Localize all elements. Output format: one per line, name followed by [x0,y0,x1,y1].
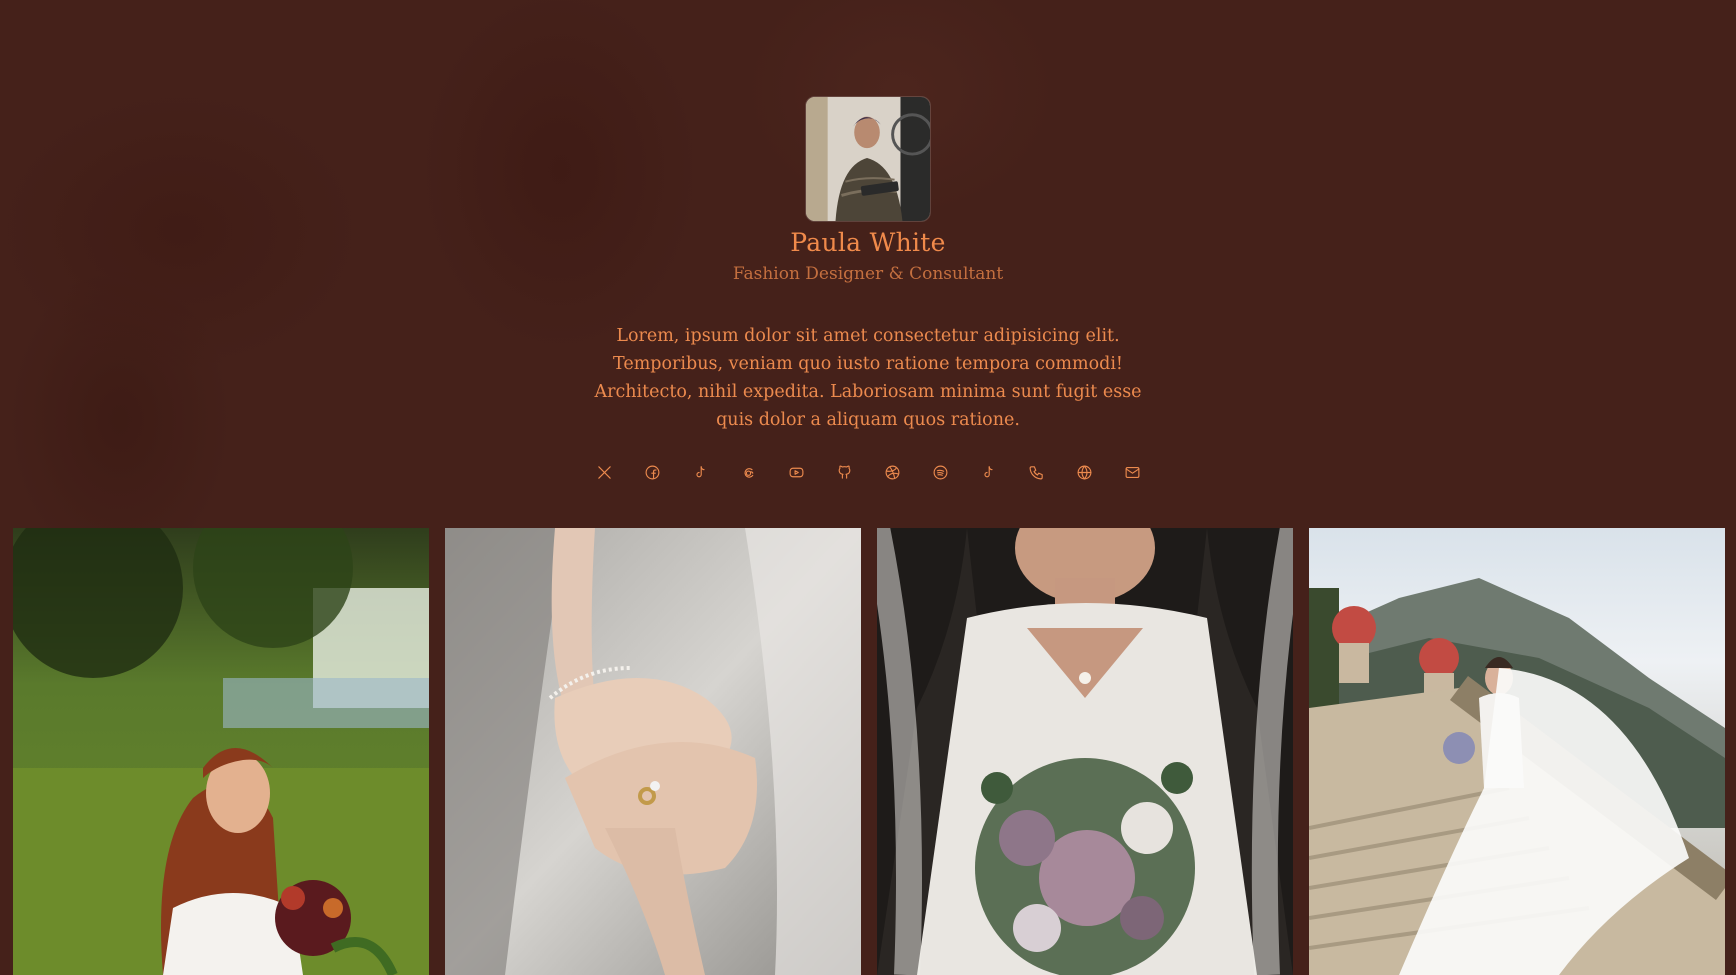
facebook-icon [645,465,659,479]
gallery-photo-bride-bouquet[interactable] [877,528,1293,975]
tiktok-icon [695,465,705,477]
tiktok-icon [983,465,993,477]
profile-page: Paula White Fashion Designer & Consultan… [0,0,1736,975]
website-link[interactable] [1060,456,1108,488]
globe-icon [1077,465,1091,479]
youtube-icon [789,467,803,477]
profile-header: Paula White Fashion Designer & Consultan… [0,0,1736,488]
tiktok-link[interactable] [676,456,724,488]
gallery-photo-hands-ring[interactable] [445,528,861,975]
email-link[interactable] [1108,456,1156,488]
x-link[interactable] [580,456,628,488]
phone-link[interactable] [1012,456,1060,488]
tiktok-link-2[interactable] [964,456,1012,488]
dribbble-icon [885,465,899,479]
mail-icon [1125,466,1139,478]
gallery-photo-bride-staircase[interactable] [1309,528,1725,975]
profile-subtitle: Fashion Designer & Consultant [732,264,1004,284]
social-links [580,456,1156,488]
photo-gallery [13,528,1728,975]
spotify-link[interactable] [916,456,964,488]
profile-name: Paula White [790,228,946,257]
github-icon [838,465,850,479]
github-link[interactable] [820,456,868,488]
phone-icon [1029,465,1043,479]
dribbble-link[interactable] [868,456,916,488]
spotify-icon [933,465,947,479]
threads-link[interactable] [724,456,772,488]
youtube-link[interactable] [772,456,820,488]
gallery-photo-bride-forest[interactable] [13,528,429,975]
x-icon [597,465,611,479]
threads-icon [743,467,753,478]
facebook-link[interactable] [628,456,676,488]
avatar [805,96,931,222]
profile-bio: Lorem, ipsum dolor sit amet consectetur … [594,326,1142,430]
